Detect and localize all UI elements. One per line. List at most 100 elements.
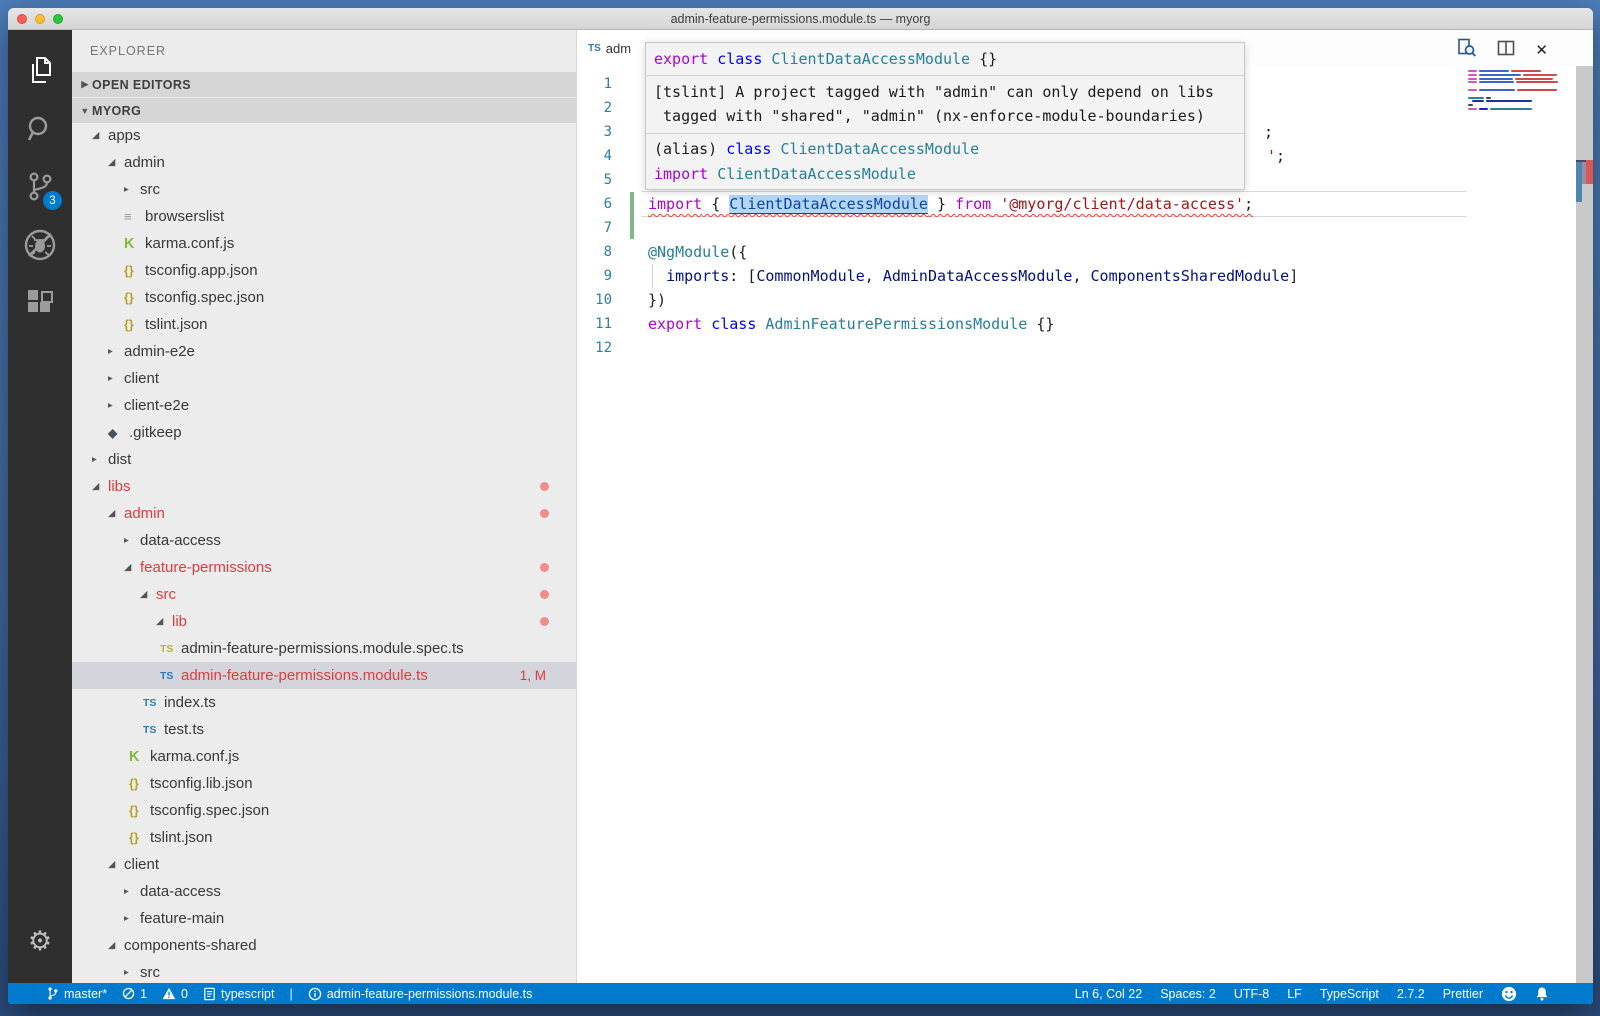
debug-disabled-icon: [22, 227, 58, 263]
tree-item--gitkeep[interactable]: ◆.gitkeep: [72, 419, 576, 446]
tree-item-label: libs: [108, 478, 131, 495]
title-bar[interactable]: admin-feature-permissions.module.ts — my…: [8, 8, 1593, 30]
tree-item-src[interactable]: ◢src: [72, 581, 576, 608]
chevron-expanded-icon: ◢: [108, 508, 124, 519]
tree-item-src[interactable]: ▸src: [72, 959, 576, 983]
tree-item-client[interactable]: ◢client: [72, 851, 576, 878]
active-tab[interactable]: TS adm: [577, 30, 645, 66]
close-editor-icon[interactable]: ✕: [1535, 43, 1548, 58]
tree-item-label: admin: [124, 154, 165, 171]
error-dot-badge: [540, 563, 549, 572]
status-problems-errors[interactable]: 1: [122, 987, 147, 1001]
tree-item-admin-feature-permissions-module-spec-ts[interactable]: TSadmin-feature-permissions.module.spec.…: [72, 635, 576, 662]
tree-item-apps[interactable]: ◢apps: [72, 122, 576, 149]
minimap-line: [1468, 97, 1558, 99]
tree-item-label: .gitkeep: [129, 424, 182, 441]
code-line-9[interactable]: imports: [CommonModule, AdminDataAccessM…: [648, 264, 1298, 288]
json-icon: {}: [129, 777, 150, 791]
tree-item-src[interactable]: ▸src: [72, 176, 576, 203]
tree-item-data-access[interactable]: ▸data-access: [72, 527, 576, 554]
debug-tab[interactable]: [16, 216, 64, 274]
code-line-8[interactable]: @NgModule({: [648, 240, 747, 264]
tree-item-browserslist[interactable]: ≡browserslist: [72, 203, 576, 230]
tree-item-label: test.ts: [164, 721, 204, 738]
scrollbar[interactable]: [1576, 66, 1593, 983]
tree-item-tslint-json[interactable]: {}tslint.json: [72, 311, 576, 338]
tree-item-label: components-shared: [124, 937, 257, 954]
tree-item-test-ts[interactable]: TStest.ts: [72, 716, 576, 743]
status-cursor-position[interactable]: Ln 6, Col 22: [1075, 987, 1142, 1001]
tree-item-tsconfig-app-json[interactable]: {}tsconfig.app.json: [72, 257, 576, 284]
tree-item-tsconfig-spec-json[interactable]: {}tsconfig.spec.json: [72, 797, 576, 824]
karma-icon: K: [129, 749, 150, 765]
tree-item-client-e2e[interactable]: ▸client-e2e: [72, 392, 576, 419]
extensions-icon: [25, 288, 55, 318]
status-active-file-info[interactable]: admin-feature-permissions.module.ts: [308, 987, 533, 1001]
extensions-tab[interactable]: [16, 274, 64, 332]
status-formatter[interactable]: Prettier: [1443, 987, 1483, 1001]
tree-item-admin-feature-permissions-module-ts[interactable]: TSadmin-feature-permissions.module.ts1, …: [72, 662, 576, 689]
workspace-root-section[interactable]: ▼ MYORG: [72, 98, 576, 123]
settings-gear-icon[interactable]: ⚙: [8, 928, 72, 955]
tree-item-tsconfig-spec-json[interactable]: {}tsconfig.spec.json: [72, 284, 576, 311]
tree-item-feature-main[interactable]: ▸feature-main: [72, 905, 576, 932]
chevron-expanded-icon: ◢: [108, 157, 124, 168]
tree-item-label: admin-feature-permissions.module.ts: [181, 667, 428, 684]
tree-item-label: tslint.json: [145, 316, 208, 333]
status-encoding[interactable]: UTF-8: [1234, 987, 1269, 1001]
explorer-tab[interactable]: [16, 42, 64, 100]
status-feedback[interactable]: [1501, 986, 1517, 1002]
tree-item-admin[interactable]: ◢admin: [72, 500, 576, 527]
error-dot-badge: [540, 509, 549, 518]
code-line-6[interactable]: import { ClientDataAccessModule } from '…: [648, 192, 1253, 216]
code-line-3-tail[interactable]: ;: [1264, 120, 1273, 144]
line-number-11: 11: [577, 312, 612, 336]
tree-item-tslint-json[interactable]: {}tslint.json: [72, 824, 576, 851]
status-indentation[interactable]: Spaces: 2: [1160, 987, 1216, 1001]
error-icon: [122, 987, 135, 1000]
typescript-icon: TS: [160, 670, 181, 682]
tree-item-libs[interactable]: ◢libs: [72, 473, 576, 500]
checklist-icon: [203, 987, 216, 1001]
open-editors-section[interactable]: ▶ OPEN EDITORS: [72, 72, 576, 97]
tree-item-dist[interactable]: ▸dist: [72, 446, 576, 473]
find-in-file-icon[interactable]: [1457, 38, 1477, 63]
chevron-collapsed-icon: ▸: [124, 886, 140, 897]
source-control-tab[interactable]: 3: [16, 158, 64, 216]
status-problems-warnings[interactable]: 0: [162, 987, 188, 1001]
minimap[interactable]: [1468, 70, 1558, 112]
minimap-line: [1468, 108, 1558, 110]
tree-item-lib[interactable]: ◢lib: [72, 608, 576, 635]
status-language-mode[interactable]: TypeScript: [1320, 987, 1379, 1001]
status-ts-version[interactable]: 2.7.2: [1397, 987, 1425, 1001]
tree-item-label: tsconfig.app.json: [145, 262, 258, 279]
status-notifications[interactable]: [1535, 986, 1549, 1002]
tree-item-admin[interactable]: ◢admin: [72, 149, 576, 176]
tree-item-karma-conf-js[interactable]: Kkarma.conf.js: [72, 743, 576, 770]
line-number-2: 2: [577, 96, 612, 120]
tree-item-admin-e2e[interactable]: ▸admin-e2e: [72, 338, 576, 365]
tree-item-feature-permissions[interactable]: ◢feature-permissions: [72, 554, 576, 581]
search-tab[interactable]: [16, 100, 64, 158]
line-number-10: 10: [577, 288, 612, 312]
chevron-collapsed-icon: ▸: [124, 184, 140, 195]
line-number-1: 1: [577, 72, 612, 96]
code-line-4-tail[interactable]: ';: [1267, 144, 1285, 168]
tree-item-tsconfig-lib-json[interactable]: {}tsconfig.lib.json: [72, 770, 576, 797]
json-icon: {}: [124, 264, 145, 278]
code-line-11[interactable]: export class AdminFeaturePermissionsModu…: [648, 312, 1054, 336]
status-separator: |: [289, 987, 292, 1001]
status-linter-status[interactable]: typescript: [203, 987, 275, 1001]
split-editor-icon[interactable]: [1497, 40, 1515, 61]
tree-item-data-access[interactable]: ▸data-access: [72, 878, 576, 905]
tree-item-index-ts[interactable]: TSindex.ts: [72, 689, 576, 716]
tree-item-karma-conf-js[interactable]: Kkarma.conf.js: [72, 230, 576, 257]
info-icon: [308, 987, 322, 1001]
status-eol[interactable]: LF: [1287, 987, 1302, 1001]
code-line-10[interactable]: }): [648, 288, 666, 312]
status-git-branch[interactable]: master*: [46, 986, 107, 1001]
chevron-down-icon: ▼: [78, 106, 92, 116]
chevron-collapsed-icon: ▸: [124, 913, 140, 924]
tree-item-components-shared[interactable]: ◢components-shared: [72, 932, 576, 959]
tree-item-client[interactable]: ▸client: [72, 365, 576, 392]
